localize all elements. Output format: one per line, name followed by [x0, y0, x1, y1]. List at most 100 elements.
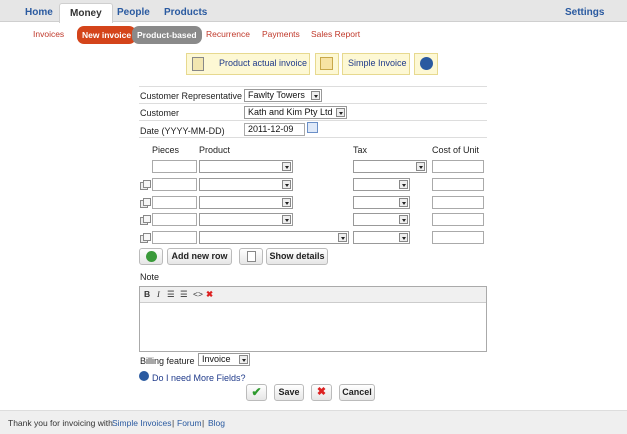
chevron-down-icon — [338, 233, 347, 242]
tax-select[interactable] — [353, 213, 410, 226]
tab-people[interactable]: People — [117, 4, 150, 21]
chevron-down-icon — [311, 91, 320, 100]
divider — [139, 137, 487, 138]
tab-settings[interactable]: Settings — [565, 4, 604, 21]
calendar-icon[interactable] — [307, 122, 318, 133]
customer-value: Kath and Kim Pty Ltd — [248, 107, 333, 117]
italic-icon[interactable]: I — [157, 289, 160, 299]
tax-select[interactable] — [353, 160, 427, 173]
pieces-input[interactable] — [152, 160, 197, 173]
date-input[interactable]: 2011-12-09 — [244, 123, 305, 136]
add-row-icon-button[interactable] — [139, 248, 163, 265]
chevron-down-icon — [282, 198, 291, 207]
simple-invoice-link[interactable]: Simple Invoice — [348, 58, 407, 68]
show-details-button[interactable]: Show details — [266, 248, 328, 265]
product-select[interactable] — [199, 196, 293, 209]
billing-feature-value: Invoice — [202, 354, 231, 364]
copy-row-icon[interactable] — [140, 180, 151, 190]
chevron-down-icon — [282, 180, 291, 189]
footer-simple-invoices-link[interactable]: Simple Invoices — [112, 418, 172, 428]
footer-forum-link[interactable]: Forum — [177, 418, 202, 428]
more-fields-link[interactable]: Do I need More Fields? — [152, 373, 246, 383]
pieces-input[interactable] — [152, 213, 197, 226]
save-button[interactable]: Save — [274, 384, 304, 401]
tax-select[interactable] — [353, 231, 410, 244]
tax-select[interactable] — [353, 178, 410, 191]
customer-label: Customer — [140, 108, 180, 118]
note-toolbar: B I ☰ ☰ <> ✖ — [140, 287, 486, 303]
cost-input[interactable] — [432, 231, 484, 244]
cancel-icon-button[interactable]: ✖ — [311, 384, 332, 401]
chevron-down-icon — [282, 162, 291, 171]
subnav-invoices[interactable]: Invoices — [33, 29, 64, 39]
cancel-button[interactable]: Cancel — [339, 384, 375, 401]
billing-feature-label: Billing feature — [140, 356, 195, 366]
details-icon-button[interactable] — [239, 248, 263, 265]
divider — [139, 120, 487, 121]
chevron-down-icon — [399, 198, 408, 207]
sub-nav: Invoices New invoice Product-based Recur… — [0, 22, 627, 48]
footer-thanks: Thank you for invoicing with — [8, 418, 113, 428]
tab-products[interactable]: Products — [164, 4, 207, 21]
ordered-list-icon[interactable]: ☰ — [167, 289, 175, 300]
cost-input[interactable] — [432, 178, 484, 191]
code-icon[interactable]: <> — [193, 289, 203, 299]
plus-icon — [146, 251, 157, 262]
subnav-product-based[interactable]: Product-based — [132, 26, 202, 44]
cost-input[interactable] — [432, 196, 484, 209]
product-select[interactable] — [199, 178, 293, 191]
footer-sep: | — [202, 418, 205, 428]
customer-rep-label: Customer Representative — [140, 91, 243, 101]
pieces-input[interactable] — [152, 196, 197, 209]
footer-blog-link[interactable]: Blog — [208, 418, 225, 428]
pieces-input[interactable] — [152, 178, 197, 191]
chevron-down-icon — [416, 162, 425, 171]
chevron-down-icon — [282, 215, 291, 224]
clear-format-icon[interactable]: ✖ — [206, 289, 213, 300]
product-select[interactable] — [199, 213, 293, 226]
note-editor[interactable]: B I ☰ ☰ <> ✖ — [139, 286, 487, 352]
chevron-down-icon — [336, 108, 345, 117]
col-cost-of-unit: Cost of Unit — [432, 145, 480, 155]
pieces-input[interactable] — [152, 231, 197, 244]
confirm-button[interactable]: ✔ — [246, 384, 267, 401]
col-tax: Tax — [353, 145, 368, 155]
customer-rep-select[interactable]: Fawlty Towers — [244, 89, 322, 102]
tax-select[interactable] — [353, 196, 410, 209]
chevron-down-icon — [239, 355, 248, 364]
subnav-new-invoice[interactable]: New invoice — [77, 26, 137, 44]
edit-pencil-icon — [320, 57, 333, 70]
subnav-sales-report[interactable]: Sales Report — [311, 29, 360, 39]
footer: Thank you for invoicing with Simple Invo… — [0, 410, 627, 434]
cost-input[interactable] — [432, 213, 484, 226]
copy-row-icon[interactable] — [140, 233, 151, 243]
tab-home[interactable]: Home — [25, 4, 53, 21]
check-icon: ✔ — [251, 385, 262, 399]
chevron-down-icon — [399, 233, 408, 242]
copy-row-icon[interactable] — [140, 198, 151, 208]
footer-sep: | — [172, 418, 175, 428]
copy-row-icon[interactable] — [140, 215, 151, 225]
note-label: Note — [140, 272, 160, 282]
customer-select[interactable]: Kath and Kim Pty Ltd — [244, 106, 347, 119]
subnav-recurrence[interactable]: Recurrence — [206, 29, 250, 39]
product-select[interactable] — [199, 231, 349, 244]
tab-money[interactable]: Money — [59, 3, 113, 23]
help-icon — [420, 57, 433, 70]
subnav-payments[interactable]: Payments — [262, 29, 300, 39]
help-icon — [139, 371, 149, 381]
unordered-list-icon[interactable]: ☰ — [180, 289, 188, 300]
product-actual-invoice-link[interactable]: Product actual invoice — [219, 58, 307, 68]
billing-feature-select[interactable]: Invoice — [198, 353, 250, 366]
bold-icon[interactable]: B — [144, 289, 150, 299]
divider — [139, 103, 487, 104]
document-add-icon — [247, 251, 256, 262]
invoice-document-icon — [192, 57, 204, 71]
chevron-down-icon — [399, 215, 408, 224]
col-product: Product — [199, 145, 231, 155]
col-pieces: Pieces — [152, 145, 180, 155]
add-new-row-button[interactable]: Add new row — [167, 248, 232, 265]
chevron-down-icon — [399, 180, 408, 189]
cost-input[interactable] — [432, 160, 484, 173]
product-select[interactable] — [199, 160, 293, 173]
